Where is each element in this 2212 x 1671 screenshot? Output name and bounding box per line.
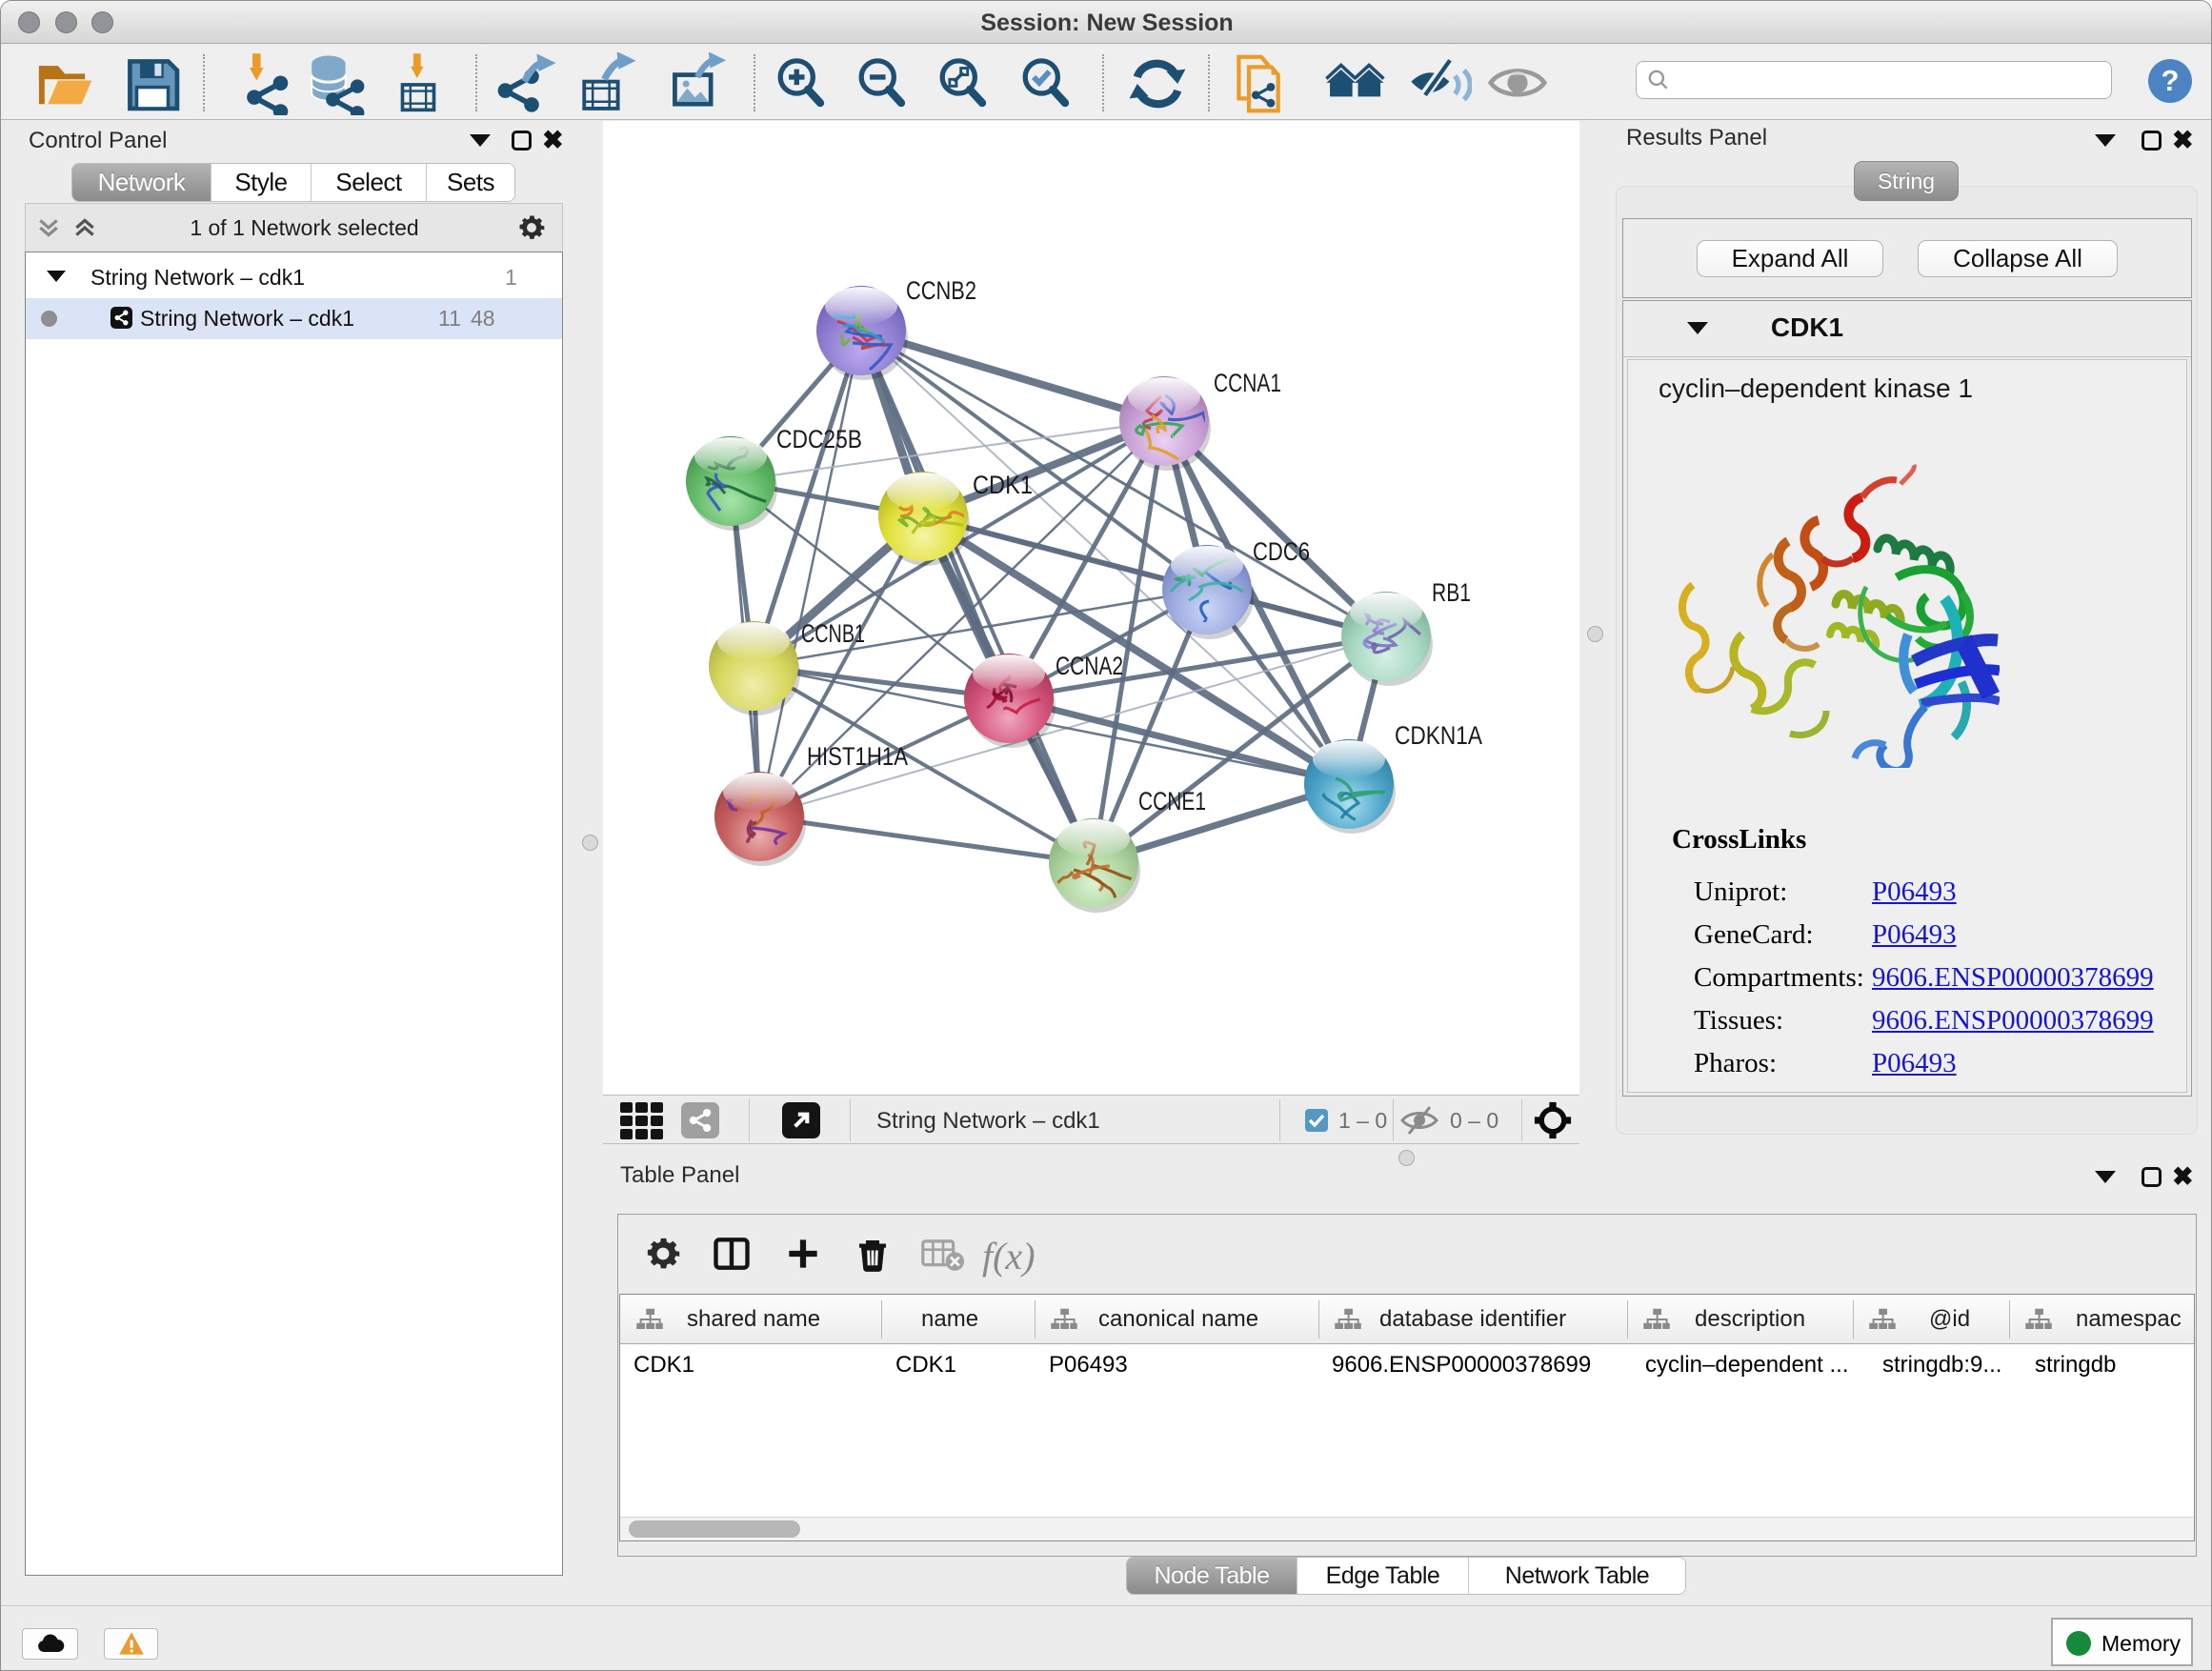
svg-text:RB1: RB1 (1432, 578, 1471, 607)
svg-text:CDC6: CDC6 (1253, 537, 1310, 566)
svg-text:CCNE1: CCNE1 (1138, 787, 1206, 815)
svg-text:HIST1H1A: HIST1H1A (807, 742, 908, 771)
svg-text:CDC25B: CDC25B (776, 425, 862, 453)
svg-text:CCNA2: CCNA2 (1056, 652, 1123, 680)
svg-text:CDKN1A: CDKN1A (1395, 721, 1482, 750)
svg-text:CCNB1: CCNB1 (801, 619, 865, 648)
svg-text:CDK1: CDK1 (973, 471, 1033, 499)
svg-text:CCNB2: CCNB2 (906, 276, 976, 305)
svg-text:CCNA1: CCNA1 (1214, 369, 1281, 397)
